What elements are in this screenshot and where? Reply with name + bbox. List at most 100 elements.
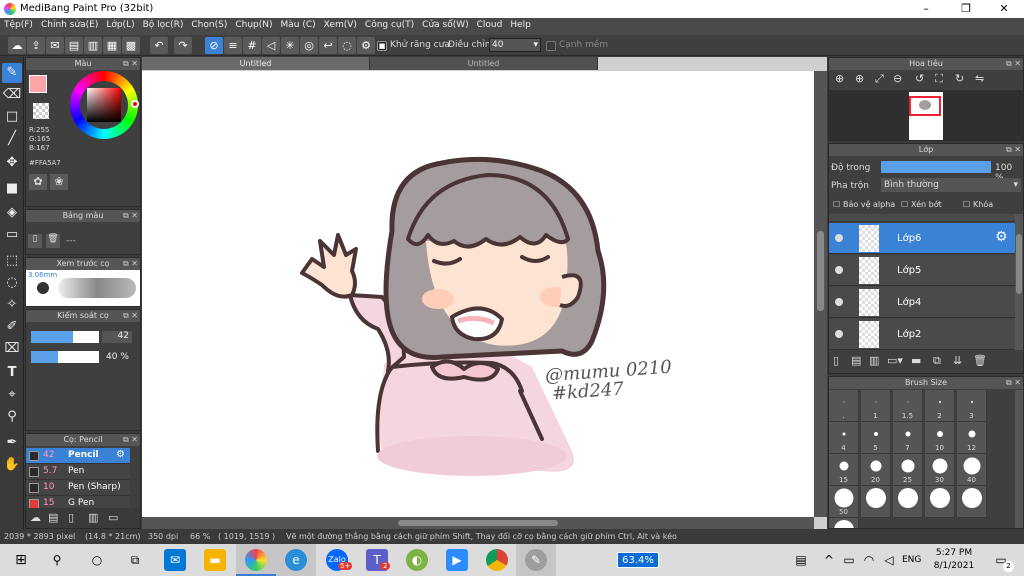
brush-size-cell[interactable]: 5 [861, 422, 891, 454]
brush-tool-icon[interactable]: ✎ [2, 63, 22, 83]
fullscreen-icon[interactable]: ⛶ [935, 72, 943, 86]
cortana-icon[interactable]: ○ [86, 549, 108, 571]
share-icon[interactable]: ⇪ [27, 37, 45, 54]
brush-size-cell[interactable]: 50 [829, 486, 859, 518]
app-green-icon[interactable]: ◐ [406, 549, 428, 571]
new-1bit-layer-icon[interactable]: ▭▾ [887, 354, 903, 367]
navigator-preview[interactable] [829, 90, 1023, 140]
gradient-tool-icon[interactable]: ▭ [2, 225, 22, 245]
tray-chevron-icon[interactable]: ^ [818, 549, 840, 571]
brush-size-cell[interactable]: 12 [957, 422, 987, 454]
background-color-swatch[interactable] [33, 103, 49, 119]
panel-close-icon[interactable]: ⧉ ✕ [1006, 377, 1021, 389]
circle-snap-icon[interactable]: ◎ [300, 37, 318, 54]
hue-wheel[interactable] [70, 71, 139, 139]
layer-visibility-icon[interactable] [835, 330, 843, 338]
taskbar-slot-medibang[interactable] [236, 544, 276, 576]
vertical-scroll-thumb[interactable] [817, 231, 824, 311]
color-palette-icon[interactable]: ✿ [29, 174, 47, 190]
comment-icon[interactable]: ✉ [46, 37, 64, 54]
select-pen-icon[interactable]: ✐ [2, 317, 22, 337]
brush-size-cell[interactable]: 1.5 [893, 390, 923, 422]
dropper-tool-icon[interactable]: ⚲ [2, 407, 22, 427]
grid-icon[interactable]: ▩ [122, 37, 140, 54]
brush-size-cell[interactable]: 15 [829, 454, 859, 486]
delete-layer-icon[interactable]: 🗑 [973, 354, 987, 367]
task-view-icon[interactable]: ⧉ [124, 549, 146, 571]
medibang-icon[interactable] [245, 549, 267, 571]
horizontal-scrollbar[interactable] [142, 517, 814, 529]
brush-list-item[interactable]: 10 Pen (Sharp) [26, 480, 130, 496]
brush-gear-icon[interactable]: ⚙ [116, 449, 125, 460]
message-icon[interactable]: ▤ [65, 37, 83, 54]
battery-meter[interactable]: 63.4% [617, 552, 659, 568]
wifi-icon[interactable]: ◠ [858, 549, 880, 571]
soft-edge-checkbox[interactable] [546, 41, 556, 51]
rotate-right-icon[interactable]: ↻ [955, 72, 964, 85]
layer-opacity-slider[interactable] [881, 161, 991, 173]
brush-size-cell[interactable] [893, 486, 923, 518]
panel-close-icon[interactable]: ⧉ ✕ [123, 58, 138, 70]
layer-visibility-icon[interactable] [835, 234, 843, 242]
doc-tab-2[interactable]: Untitled [370, 57, 598, 70]
hand-tool-icon[interactable]: ✋ [2, 455, 22, 475]
line-tool-icon[interactable]: ╱ [2, 129, 22, 149]
delete-palette-icon[interactable]: 🗑 [46, 234, 60, 248]
zoom-out-icon[interactable]: ⊖ [893, 72, 902, 85]
brush-cloud-icon[interactable]: ☁ [30, 511, 41, 524]
taskbar-slot-edge[interactable]: e [276, 544, 316, 576]
paint-app-icon[interactable]: ✎ [525, 549, 547, 571]
panel-close-icon[interactable]: ⧉ ✕ [1006, 144, 1021, 156]
layer-settings-gear-icon[interactable]: ⚙ [995, 229, 1008, 245]
new-halftone-layer-icon[interactable]: ▤ [851, 354, 861, 367]
panel-close-icon[interactable]: ⧉ ✕ [123, 258, 138, 270]
lock-checkbox[interactable]: ☐ [963, 200, 970, 209]
edge-icon[interactable]: e [285, 549, 307, 571]
brush-settings-icon[interactable]: ▥ [88, 511, 98, 524]
vertical-scrollbar[interactable] [814, 71, 827, 517]
redo-icon[interactable]: ↷ [174, 37, 192, 54]
menu-layer[interactable]: Lớp(L) [102, 18, 138, 32]
cloud-icon[interactable]: ☁ [8, 37, 26, 54]
windows-start-icon[interactable]: ⊞ [10, 549, 32, 571]
brush-size-cell[interactable]: 2 [925, 390, 955, 422]
parallel-snap-icon[interactable]: ≡ [224, 37, 242, 54]
zoom-in-alt-icon[interactable]: ⊕ [855, 72, 864, 85]
page-icon[interactable]: ▦ [103, 37, 121, 54]
brush-size-cell[interactable] [861, 486, 891, 518]
select-rect-icon[interactable]: ⬚ [2, 251, 22, 271]
doc-tab-1[interactable]: Untitled [142, 57, 370, 70]
maximize-button[interactable]: ❐ [952, 2, 980, 16]
layer-row-partial[interactable] [829, 214, 1015, 222]
duplicate-layer-icon[interactable]: ⧉ [933, 354, 941, 368]
ellipse-snap-icon[interactable]: ◌ [338, 37, 356, 54]
bucket-tool-icon[interactable]: ◈ [2, 203, 22, 223]
brush-new-icon[interactable]: ▯ [68, 511, 74, 524]
zoom-in-icon[interactable]: ⊕ [835, 72, 844, 85]
menu-filter[interactable]: Bộ lọc(R) [139, 18, 188, 32]
tray-keyboard-icon[interactable]: ▤ [790, 549, 812, 571]
clock[interactable]: 5:27 PM 8/1/2021 [932, 547, 976, 573]
brush-size-cell[interactable]: . [829, 390, 859, 422]
radial-snap-icon[interactable]: ✳ [281, 37, 299, 54]
brush-opacity-slider[interactable] [31, 351, 99, 363]
new-layer-icon[interactable]: ▯ [833, 354, 839, 367]
menu-help[interactable]: Help [506, 18, 535, 32]
protect-alpha-checkbox[interactable]: ☐ [833, 200, 840, 209]
menu-cloud[interactable]: Cloud [473, 18, 507, 32]
brush-size-cell[interactable]: 20 [861, 454, 891, 486]
brush-add-icon[interactable]: ▤ [48, 511, 58, 524]
magic-wand-icon[interactable]: ✧ [2, 295, 22, 315]
saturation-square[interactable] [87, 88, 121, 122]
color-set-icon[interactable]: ❀ [50, 174, 68, 190]
language-indicator[interactable]: ENG [902, 555, 921, 565]
menu-window[interactable]: Cửa sổ(W) [418, 18, 472, 32]
undo-icon[interactable]: ↶ [150, 37, 168, 54]
minimize-button[interactable]: – [912, 2, 940, 16]
vanishing-snap-icon[interactable]: ◁ [262, 37, 280, 54]
merge-layer-icon[interactable]: ⇊ [953, 354, 962, 367]
zoom-icon[interactable]: ▶ [446, 549, 468, 571]
chrome-icon[interactable] [486, 549, 508, 571]
correction-select[interactable]: 40 ▾ [489, 38, 541, 52]
brush-size-scrollbar[interactable] [1015, 390, 1023, 528]
